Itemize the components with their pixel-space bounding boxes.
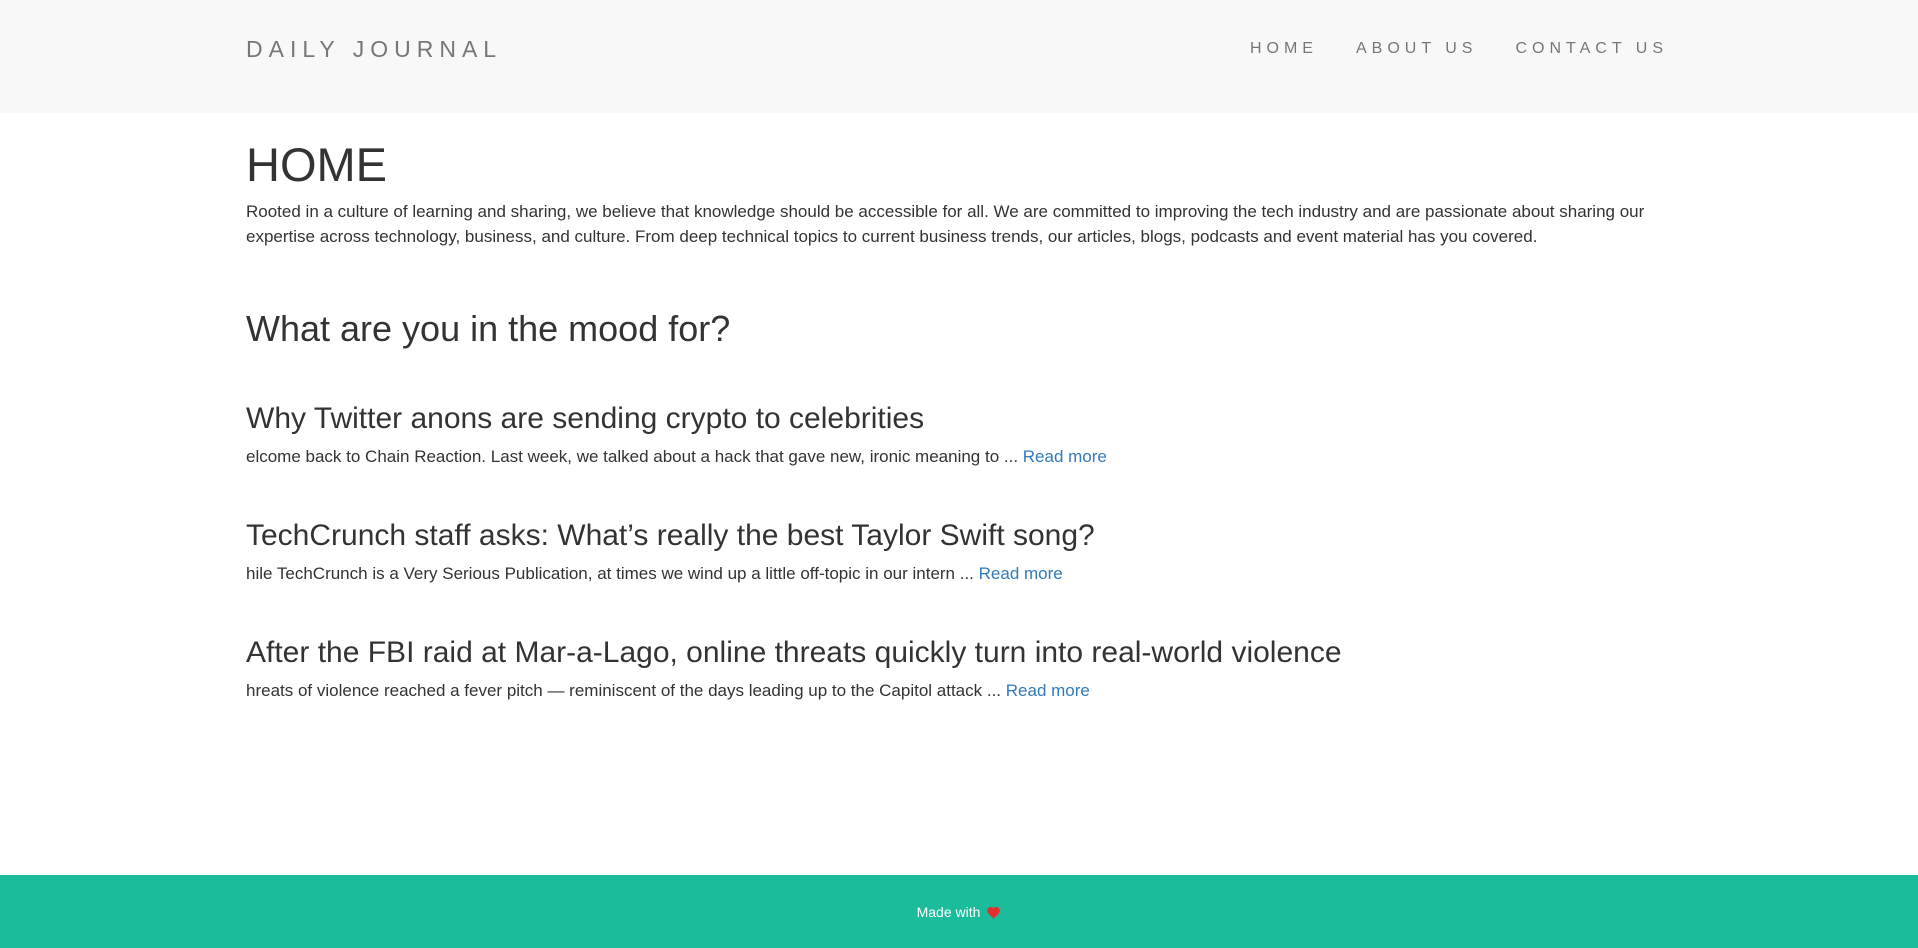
article-title: Why Twitter anons are sending crypto to … — [246, 402, 925, 435]
nav-link-about-us[interactable]: ABOUT US — [1356, 40, 1478, 57]
intro-paragraph: Rooted in a culture of learning and shar… — [246, 202, 1645, 246]
article-excerpt: hreats of violence reached a fever pitch… — [246, 679, 1672, 703]
article-excerpt-text: hile TechCrunch is a Very Serious Public… — [246, 564, 979, 583]
read-more-link[interactable]: Read more — [1006, 681, 1090, 700]
article-excerpt: elcome back to Chain Reaction. Last week… — [246, 445, 1672, 469]
nav-menu: HOME ABOUT US CONTACT US — [1250, 40, 1668, 58]
article-item: TechCrunch staff asks: What’s really the… — [246, 519, 1672, 586]
mood-heading: What are you in the mood for? — [246, 308, 731, 349]
main-content: HOME Rooted in a culture of learning and… — [246, 113, 1672, 703]
nav-link-home[interactable]: HOME — [1250, 40, 1318, 57]
article-item: Why Twitter anons are sending crypto to … — [246, 402, 1672, 469]
heart-icon — [986, 905, 1001, 919]
nav-link-contact-us[interactable]: CONTACT US — [1515, 40, 1668, 57]
article-excerpt-text: elcome back to Chain Reaction. Last week… — [246, 447, 1023, 466]
nav-item-contact-us: CONTACT US — [1515, 40, 1668, 58]
navbar: DAILY JOURNAL HOME ABOUT US CONTACT US — [0, 0, 1918, 113]
page-title: HOME — [246, 138, 387, 191]
nav-item-about-us: ABOUT US — [1356, 40, 1478, 58]
footer: Made with — [0, 875, 1918, 948]
article-excerpt: hile TechCrunch is a Very Serious Public… — [246, 562, 1672, 586]
read-more-link[interactable]: Read more — [1023, 447, 1107, 466]
article-list: Why Twitter anons are sending crypto to … — [246, 402, 1672, 703]
read-more-link[interactable]: Read more — [979, 564, 1063, 583]
footer-credit: Made with — [917, 904, 1002, 920]
nav-item-home: HOME — [1250, 40, 1318, 58]
article-title: After the FBI raid at Mar-a-Lago, online… — [246, 636, 1342, 669]
brand-logo[interactable]: DAILY JOURNAL — [246, 36, 502, 63]
article-title: TechCrunch staff asks: What’s really the… — [246, 519, 1095, 552]
article-excerpt-text: hreats of violence reached a fever pitch… — [246, 681, 1006, 700]
article-item: After the FBI raid at Mar-a-Lago, online… — [246, 636, 1672, 703]
footer-text: Made with — [916, 903, 981, 920]
